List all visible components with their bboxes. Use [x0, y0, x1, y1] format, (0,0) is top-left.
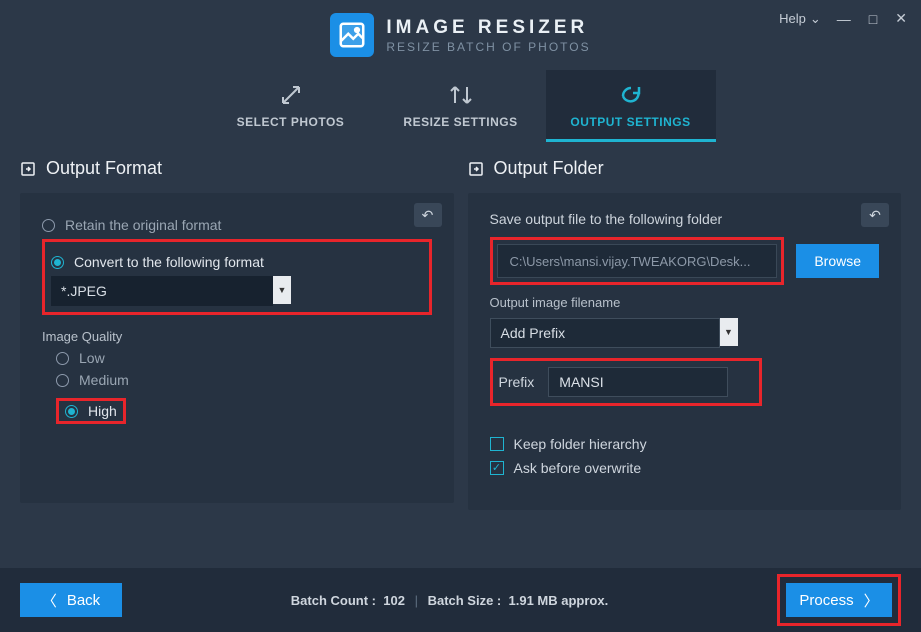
chevron-down-icon: ▼ — [720, 318, 738, 346]
expand-icon — [279, 83, 303, 107]
tab-resize-settings[interactable]: RESIZE SETTINGS — [376, 70, 546, 142]
process-label: Process — [799, 592, 853, 609]
format-select-value: *.JPEG — [51, 276, 273, 306]
select-value-box: Add Prefix — [490, 318, 720, 348]
help-menu[interactable]: Help ⌄ — [779, 11, 821, 27]
size-value: 1.91 MB approx. — [509, 593, 609, 608]
maximize-button[interactable]: □ — [867, 11, 879, 27]
output-path-field[interactable]: C:\Users\mansi.vijay.TWEAKORG\Desk... — [497, 244, 778, 278]
radio-label: Low — [79, 350, 105, 366]
back-button[interactable]: 〈 Back — [20, 583, 122, 617]
panels-container: Output Format ↶ Retain the original form… — [0, 142, 921, 510]
divider: | — [415, 593, 418, 608]
radio-quality-low[interactable]: Low — [56, 350, 432, 366]
chevron-left-icon: 〈 — [42, 590, 57, 611]
prefix-label: Prefix — [499, 374, 535, 390]
batch-status: Batch Count : 102 | Batch Size : 1.91 MB… — [122, 593, 777, 608]
radio-icon — [65, 405, 78, 418]
footer-bar: 〈 Back Batch Count : 102 | Batch Size : … — [0, 568, 921, 632]
radio-label: Convert to the following format — [74, 254, 264, 270]
app-header: IMAGE RESIZER RESIZE BATCH OF PHOTOS Hel… — [0, 0, 921, 70]
save-icon — [468, 161, 484, 177]
radio-icon — [56, 352, 69, 365]
chevron-down-icon: ⌄ — [810, 11, 821, 27]
app-logo-icon — [330, 13, 374, 57]
app-title: IMAGE RESIZER — [386, 17, 590, 39]
prefix-row: Prefix — [499, 367, 753, 397]
save-location-label: Save output file to the following folder — [490, 211, 880, 227]
back-label: Back — [67, 592, 100, 609]
tab-label: OUTPUT SETTINGS — [570, 115, 690, 129]
radio-convert-format[interactable]: Convert to the following format — [51, 254, 423, 270]
resize-icon — [449, 83, 473, 107]
radio-label: Medium — [79, 372, 129, 388]
refresh-icon — [619, 83, 643, 107]
radio-label: Retain the original format — [65, 217, 221, 233]
format-select[interactable]: *.JPEG ▼ — [51, 276, 291, 306]
reset-folder-button[interactable]: ↶ — [861, 203, 889, 227]
size-label: Batch Size : — [428, 593, 502, 608]
undo-icon: ↶ — [869, 207, 881, 224]
radio-quality-medium[interactable]: Medium — [56, 372, 432, 388]
select-value: Add Prefix — [501, 325, 566, 341]
prefix-input[interactable] — [548, 367, 728, 397]
logo-block: IMAGE RESIZER RESIZE BATCH OF PHOTOS — [330, 13, 590, 57]
main-tabs: SELECT PHOTOS RESIZE SETTINGS OUTPUT SET… — [0, 70, 921, 142]
minimize-button[interactable]: — — [835, 11, 853, 27]
tab-label: SELECT PHOTOS — [237, 115, 345, 129]
export-icon — [20, 161, 36, 177]
window-controls: Help ⌄ — □ ✕ — [779, 10, 909, 27]
panel-title: Output Format — [46, 158, 162, 179]
path-value: C:\Users\mansi.vijay.TWEAKORG\Desk... — [510, 254, 751, 269]
highlight-quality-high: High — [56, 398, 126, 424]
count-label: Batch Count : — [291, 593, 376, 608]
undo-icon: ↶ — [422, 207, 434, 224]
output-format-panel: Output Format ↶ Retain the original form… — [20, 158, 454, 510]
panel-title-row: Output Folder — [468, 158, 902, 179]
chevron-down-icon: ▼ — [273, 276, 291, 304]
panel-body: ↶ Save output file to the following fold… — [468, 193, 902, 510]
path-row: C:\Users\mansi.vijay.TWEAKORG\Desk... Br… — [490, 237, 880, 285]
browse-button[interactable]: Browse — [796, 244, 879, 278]
tab-select-photos[interactable]: SELECT PHOTOS — [206, 70, 376, 142]
highlight-process: Process 〉 — [777, 574, 901, 626]
highlight-convert-block: Convert to the following format *.JPEG ▼ — [42, 239, 432, 315]
radio-label: High — [88, 403, 117, 419]
output-folder-panel: Output Folder ↶ Save output file to the … — [468, 158, 902, 510]
radio-quality-high[interactable]: High — [65, 403, 117, 419]
checkbox-icon — [490, 461, 504, 475]
quality-label: Image Quality — [42, 329, 432, 344]
tab-output-settings[interactable]: OUTPUT SETTINGS — [546, 70, 716, 142]
highlight-path: C:\Users\mansi.vijay.TWEAKORG\Desk... — [490, 237, 785, 285]
checkbox-ask-overwrite[interactable]: Ask before overwrite — [490, 460, 880, 476]
close-button[interactable]: ✕ — [893, 10, 909, 27]
app-subtitle: RESIZE BATCH OF PHOTOS — [386, 40, 590, 54]
radio-retain-format[interactable]: Retain the original format — [42, 217, 432, 233]
help-label: Help — [779, 11, 806, 26]
quality-group: Low Medium High — [42, 350, 432, 428]
reset-format-button[interactable]: ↶ — [414, 203, 442, 227]
radio-icon — [51, 256, 64, 269]
checkbox-keep-hierarchy[interactable]: Keep folder hierarchy — [490, 436, 880, 452]
checkbox-label: Ask before overwrite — [514, 460, 642, 476]
chevron-right-icon: 〉 — [864, 590, 879, 611]
highlight-prefix: Prefix — [490, 358, 762, 406]
logo-text: IMAGE RESIZER RESIZE BATCH OF PHOTOS — [386, 17, 590, 54]
filename-mode-select[interactable]: Add Prefix ▼ — [490, 318, 738, 348]
panel-title-row: Output Format — [20, 158, 454, 179]
tab-label: RESIZE SETTINGS — [403, 115, 517, 129]
select-value: *.JPEG — [61, 283, 107, 299]
radio-icon — [42, 219, 55, 232]
checkbox-icon — [490, 437, 504, 451]
checkbox-label: Keep folder hierarchy — [514, 436, 647, 452]
panel-title: Output Folder — [494, 158, 604, 179]
panel-body: ↶ Retain the original format Convert to … — [20, 193, 454, 503]
process-button[interactable]: Process 〉 — [786, 583, 892, 617]
count-value: 102 — [383, 593, 405, 608]
filename-label: Output image filename — [490, 295, 880, 310]
radio-icon — [56, 374, 69, 387]
